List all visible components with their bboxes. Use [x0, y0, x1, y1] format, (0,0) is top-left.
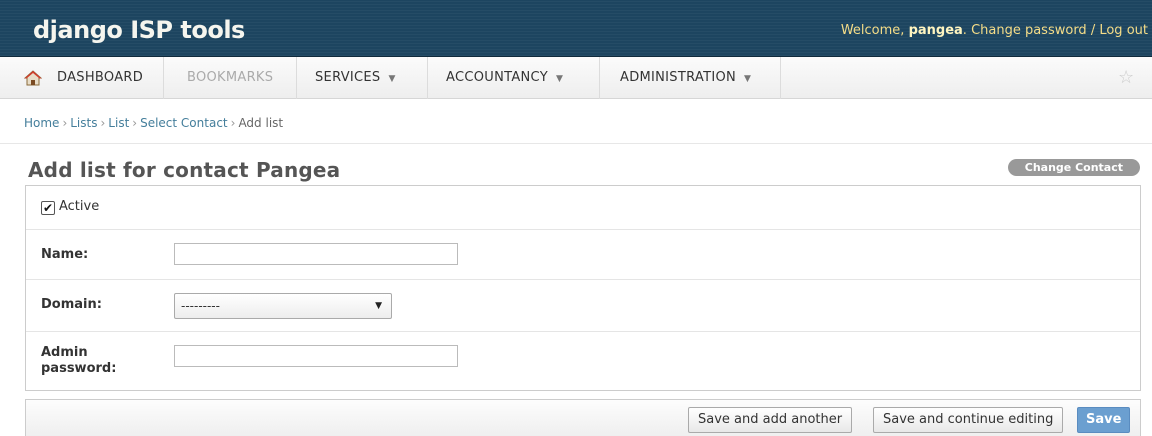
save-and-continue-button[interactable]: Save and continue editing [873, 407, 1064, 433]
breadcrumb-sep: › [100, 116, 106, 130]
save-button[interactable]: Save [1077, 407, 1131, 433]
username: pangea [908, 23, 963, 38]
chevron-down-icon: ▼ [744, 74, 752, 84]
user-sep: . [962, 23, 972, 38]
save-and-add-another-button[interactable]: Save and add another [688, 407, 853, 433]
home-icon [24, 70, 42, 86]
name-label: Name: [41, 247, 89, 262]
breadcrumb-sep: › [62, 116, 68, 130]
welcome-text: Welcome, [840, 23, 909, 38]
header: django ISP tools Welcome, pangea. Change… [0, 0, 1152, 57]
active-checkbox[interactable]: ✔ [41, 201, 55, 215]
breadcrumb-home[interactable]: Home [24, 116, 59, 130]
breadcrumb: Home › Lists › List › Select Contact › Add list [0, 100, 1152, 144]
breadcrumb-sep: › [132, 116, 138, 130]
admin-password-label: Admin password: [41, 345, 116, 377]
dropdown-arrow-icon: ▼ [375, 301, 382, 311]
breadcrumb-current: Add list [238, 116, 284, 130]
admin-password-label-line1: Admin [41, 345, 88, 360]
admin-password-label-line2: password: [41, 361, 117, 376]
name-field[interactable] [174, 243, 458, 265]
admin-password-row: Admin password: [26, 332, 1140, 392]
change-password-link[interactable]: Change password [971, 23, 1087, 38]
chevron-down-icon: ▼ [388, 74, 396, 84]
breadcrumb-list[interactable]: List [108, 116, 129, 130]
page-title: Add list for contact Pangea [28, 158, 341, 182]
nav-bookmarks[interactable]: BOOKMARKS [164, 57, 297, 99]
domain-selected-value: --------- [181, 299, 220, 313]
breadcrumb-sep: › [230, 116, 236, 130]
add-list-form: ✔ Active Name: Domain: --------- ▼ Admin… [25, 185, 1141, 391]
name-row: Name: [26, 230, 1140, 280]
domain-select[interactable]: --------- ▼ [174, 293, 392, 319]
nav-services[interactable]: SERVICES ▼ [297, 57, 428, 99]
nav-services-label: SERVICES [315, 70, 381, 85]
logout-link[interactable]: Log out [1099, 23, 1148, 38]
nav-accountancy[interactable]: ACCOUNTANCY ▼ [428, 57, 600, 99]
breadcrumb-select-contact[interactable]: Select Contact [140, 116, 228, 130]
breadcrumb-lists[interactable]: Lists [70, 116, 97, 130]
change-contact-button[interactable]: Change Contact [1007, 159, 1140, 176]
nav-dashboard[interactable]: DASHBOARD [0, 57, 164, 99]
user-slash: / [1086, 23, 1100, 38]
domain-label: Domain: [41, 297, 102, 312]
nav-bookmarks-label: BOOKMARKS [187, 70, 274, 85]
admin-password-field[interactable] [174, 345, 458, 367]
submit-row: Save and add another Save and continue e… [25, 399, 1141, 436]
active-label: Active [59, 199, 100, 214]
user-tools: Welcome, pangea. Change password / Log o… [841, 23, 1148, 38]
main-nav: DASHBOARD BOOKMARKS SERVICES ▼ ACCOUNTANC… [0, 57, 1152, 99]
nav-accountancy-label: ACCOUNTANCY [446, 70, 548, 85]
nav-dashboard-label: DASHBOARD [57, 70, 144, 85]
domain-row: Domain: --------- ▼ [26, 280, 1140, 332]
nav-administration-label: ADMINISTRATION [620, 70, 737, 85]
chevron-down-icon: ▼ [555, 74, 564, 84]
site-branding[interactable]: django ISP tools [33, 16, 245, 44]
bookmark-star-icon[interactable]: ☆ [1118, 68, 1138, 88]
active-row: ✔ Active [26, 186, 1140, 230]
nav-administration[interactable]: ADMINISTRATION ▼ [600, 57, 781, 99]
